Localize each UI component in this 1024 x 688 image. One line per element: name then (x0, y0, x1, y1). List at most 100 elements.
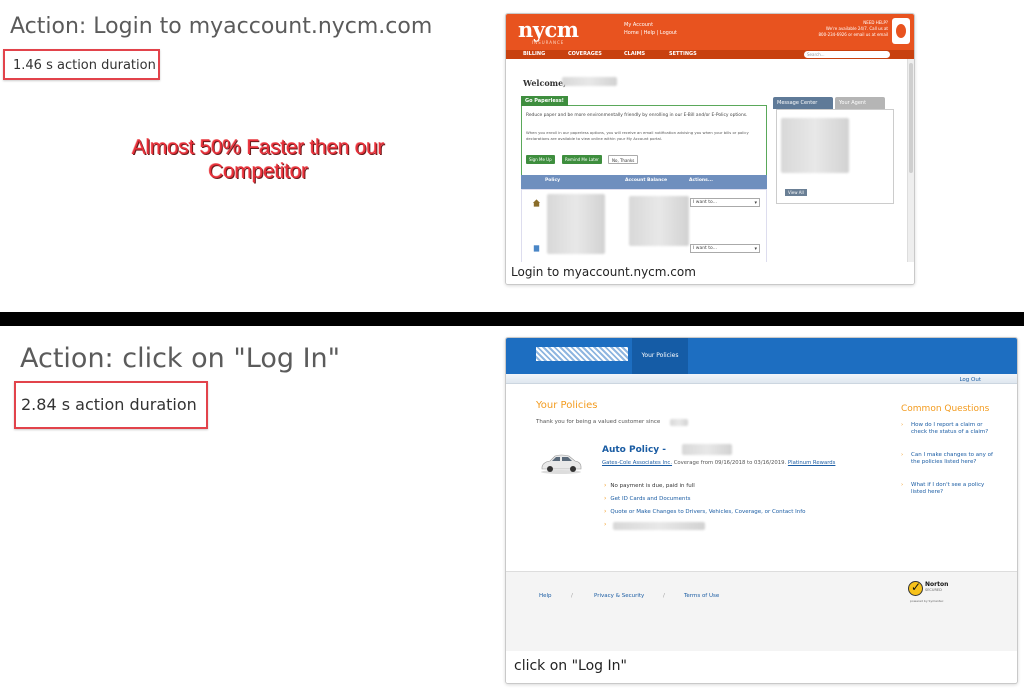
my-account-label: My Account (624, 22, 654, 28)
nycm-logo: nycm (518, 17, 579, 42)
col-account-balance: Account Balance (625, 178, 668, 183)
list-item[interactable]: › Get ID Cards and Documents (604, 495, 691, 502)
tab-message-center[interactable]: Message Center (773, 97, 833, 109)
redacted-policy (547, 194, 605, 254)
footer-link-terms[interactable]: Terms of Use (684, 593, 719, 599)
i-want-to-select[interactable]: I want to... (690, 244, 760, 253)
go-paperless-tag: Go Paperless! (521, 96, 568, 106)
redacted-logo (536, 347, 628, 361)
nycm-scrollbar[interactable] (907, 59, 914, 264)
id-cards-link[interactable]: Get ID Cards and Documents (610, 496, 690, 502)
policy-table-body: I want to... I want to... (521, 189, 767, 269)
remind-me-later-button[interactable]: Remind Me Later (562, 155, 602, 164)
page-title: Your Policies (536, 400, 598, 411)
nav-item-coverages[interactable]: COVERAGES (568, 51, 602, 57)
norton-secured-text: SECURED (925, 588, 942, 592)
redacted-name (562, 77, 617, 86)
policies-header: Your Policies (506, 338, 1017, 374)
norton-powered-text: powered by Symantec (910, 599, 944, 603)
question-link[interactable]: › Can I make changes to any of the polici… (901, 452, 996, 466)
search-icon[interactable]: ⌕ (884, 50, 888, 59)
chevron-right-icon: › (604, 495, 607, 502)
list-item[interactable]: › Quote or Make Changes to Drivers, Vehic… (604, 508, 806, 515)
nycm-search-input[interactable]: Search... (804, 51, 890, 58)
house-icon (532, 199, 541, 207)
need-help-line-2: 800-234-6926 or email us at email (818, 32, 889, 37)
footer-link-help[interactable]: Help (539, 593, 552, 599)
question-link[interactable]: › What if I don't see a policy listed her… (901, 482, 996, 496)
welcome-label: Welcome, (523, 78, 567, 88)
policies-subbar (506, 374, 1017, 384)
question-text[interactable]: What if I don't see a policy listed here… (911, 482, 996, 496)
paperless-box: Reduce paper and be more environmentally… (521, 105, 767, 179)
redacted-policy-number (682, 444, 732, 455)
nycm-header: nycm INSURANCE My Account Home | Help | … (506, 14, 914, 50)
norton-badge[interactable]: Norton SECURED powered by Symantec (908, 579, 948, 607)
tab-your-agent[interactable]: Your Agent (835, 97, 885, 109)
action-duration-badge: 1.46 s action duration (3, 49, 160, 80)
callout-line-1: Almost 50% Faster then our (131, 136, 385, 159)
action-panel-click-login: Action: click on "Log In" 2.84 s action … (0, 326, 1024, 688)
chevron-right-icon: › (604, 482, 607, 489)
quote-changes-link[interactable]: Quote or Make Changes to Drivers, Vehicl… (610, 509, 805, 515)
chevron-right-icon: › (901, 482, 904, 488)
common-questions-title: Common Questions (901, 404, 990, 414)
auto-policy-title[interactable]: Auto Policy - (602, 445, 666, 455)
norton-text: Norton (925, 581, 949, 588)
logout-link[interactable]: Log Out (959, 377, 981, 383)
rewards-link[interactable]: Platinum Rewards (788, 460, 836, 466)
nav-item-claims[interactable]: CLAIMS (624, 51, 645, 57)
col-policy: Policy (545, 178, 561, 183)
coverage-dates: Coverage from 09/16/2018 to 03/16/2019. (673, 460, 787, 466)
paperless-text: Reduce paper and be more environmentally… (526, 113, 748, 118)
action-panel-login: Action: Login to myaccount.nycm.com 1.46… (0, 0, 1024, 312)
footer-link-privacy[interactable]: Privacy & Security (594, 593, 644, 599)
i-want-to-select[interactable]: I want to... (690, 198, 760, 207)
agency-link[interactable]: Gates-Cole Associates Inc. (602, 460, 672, 466)
screenshot-nycm-login: nycm INSURANCE My Account Home | Help | … (505, 13, 915, 285)
chevron-right-icon: › (604, 521, 607, 528)
list-item: › No payment is due, paid in full (604, 482, 695, 489)
policy-table-header: Policy Account Balance Actions... (521, 175, 767, 189)
no-thanks-button[interactable]: No, Thanks (608, 155, 639, 164)
screenshot-your-policies: Your Policies Log Out Your Policies Than… (505, 337, 1018, 684)
view-all-button[interactable]: View All (785, 189, 807, 196)
chevron-right-icon: › (901, 422, 904, 428)
footer-separator: / (663, 593, 665, 599)
payment-status: No payment is due, paid in full (610, 483, 695, 489)
col-actions: Actions... (689, 178, 713, 183)
nav-item-settings[interactable]: SETTINGS (669, 51, 697, 57)
comparison-callout: Almost 50% Faster then our Competitor (108, 136, 408, 184)
nav-item-billing[interactable]: BILLING (523, 51, 545, 57)
redacted-balance (629, 196, 689, 246)
action-duration-badge: 2.84 s action duration (14, 381, 208, 429)
message-center-box: View All (776, 109, 894, 204)
policies-footer: Help / Privacy & Security / Terms of Use… (506, 571, 1017, 651)
phone-icon (892, 18, 910, 44)
nycm-logo-sub: INSURANCE (532, 40, 565, 45)
paperless-detail: When you enroll in our paperless options… (526, 130, 749, 141)
car-icon (541, 454, 582, 474)
chevron-right-icon: › (604, 508, 607, 515)
redacted-year (670, 419, 688, 426)
screenshot-caption: Login to myaccount.nycm.com (506, 262, 914, 284)
callout-line-2: Competitor (208, 160, 308, 183)
thanks-text: Thank you for being a valued customer si… (536, 419, 661, 425)
nycm-account-links: My Account Home | Help | Logout (624, 21, 677, 37)
nycm-help-text: NEED HELP? We're available 24/7. Call us… (819, 20, 889, 38)
tab-your-policies[interactable]: Your Policies (632, 338, 688, 374)
action-title: Action: click on "Log In" (20, 343, 341, 374)
home-help-logout-links[interactable]: Home | Help | Logout (624, 29, 677, 37)
checkmark-icon (908, 580, 923, 596)
section-divider (0, 312, 1024, 326)
screenshot-caption: click on "Log In" (506, 653, 1017, 683)
footer-separator: / (571, 593, 573, 599)
sign-me-up-button[interactable]: Sign Me Up (526, 155, 555, 164)
list-item[interactable]: › (604, 521, 610, 528)
redacted-message (781, 118, 849, 173)
question-text[interactable]: Can I make changes to any of the policie… (911, 452, 996, 466)
chevron-right-icon: › (901, 452, 904, 458)
question-link[interactable]: › How do I report a claim or check the st… (901, 422, 996, 436)
question-text[interactable]: How do I report a claim or check the sta… (911, 422, 996, 436)
redacted-link (613, 522, 705, 530)
